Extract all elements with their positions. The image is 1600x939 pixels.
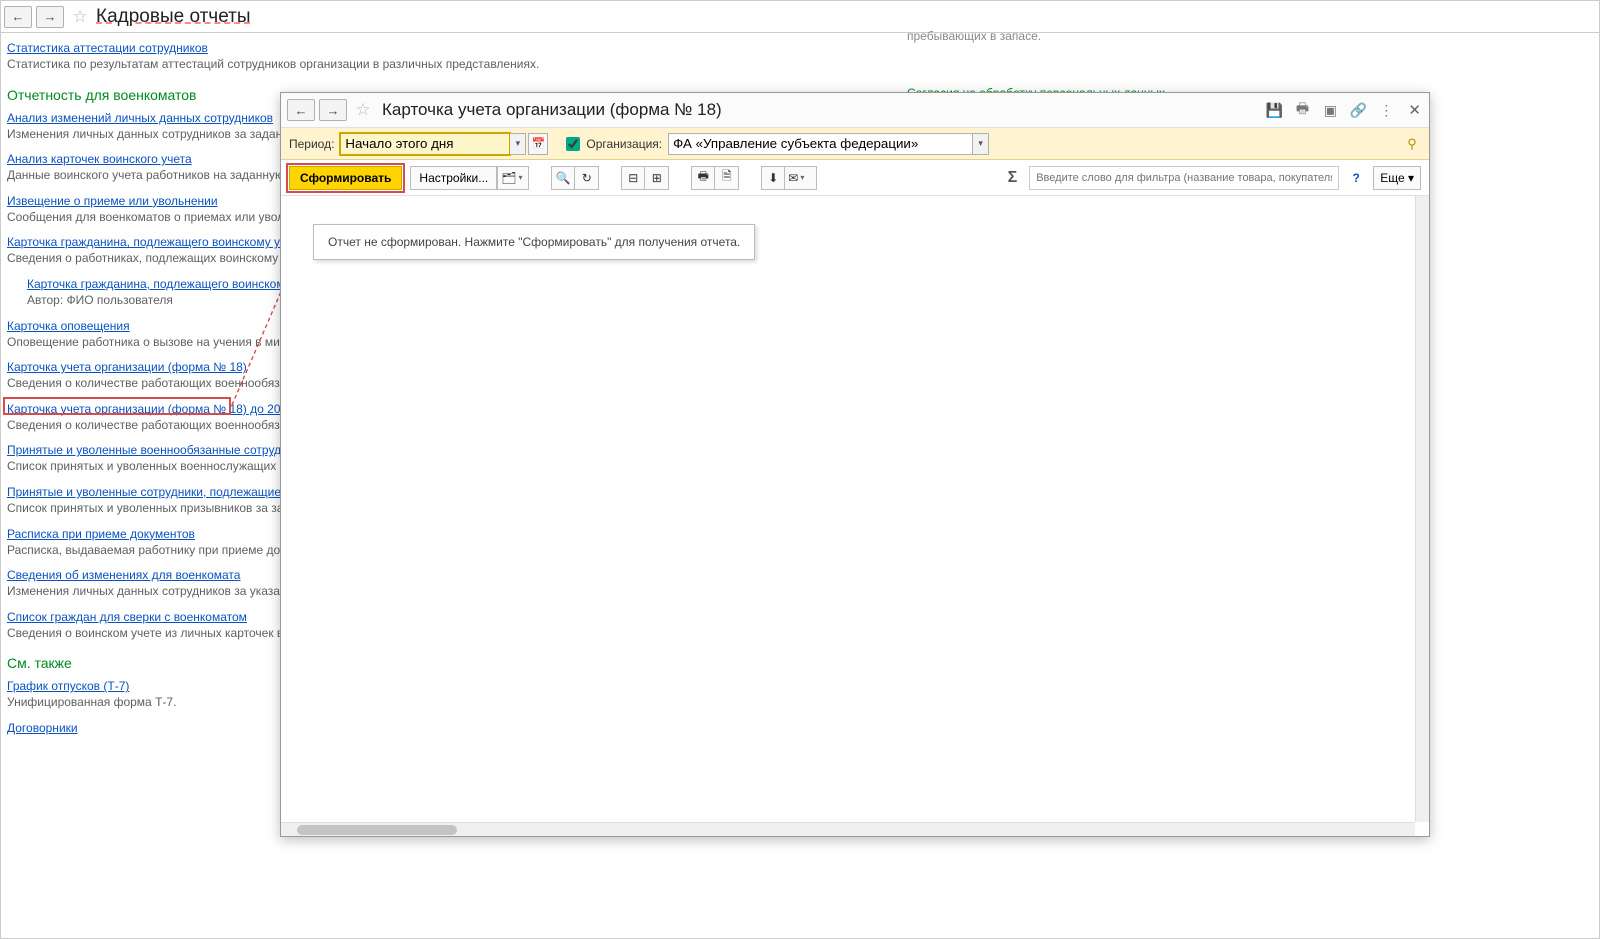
period-input[interactable] bbox=[340, 133, 510, 155]
forward-button[interactable]: → bbox=[319, 99, 347, 121]
help-icon[interactable]: ? bbox=[1347, 166, 1365, 190]
collapse-icon[interactable]: ⊞ bbox=[645, 166, 669, 190]
bg-header: ← → ☆ Кадровые отчеты bbox=[1, 1, 1599, 33]
dropdown-icon[interactable]: ▾ bbox=[973, 133, 989, 155]
filter-text-input[interactable] bbox=[1029, 166, 1339, 190]
generate-button[interactable]: Сформировать bbox=[289, 166, 402, 190]
print-preview-icon[interactable]: 🗎 bbox=[715, 166, 739, 190]
info-message: Отчет не сформирован. Нажмите "Сформиров… bbox=[313, 224, 755, 260]
sigma-icon[interactable]: Σ bbox=[1004, 169, 1022, 187]
email-dropdown-icon[interactable]: ✉ bbox=[785, 166, 817, 190]
save-icon[interactable]: 💾 bbox=[1264, 100, 1284, 120]
report-link[interactable]: Анализ изменений личных данных сотрудник… bbox=[7, 111, 273, 125]
report-desc: Статистика по результатам аттестаций сот… bbox=[7, 57, 1593, 73]
new-window-icon[interactable]: ▣ bbox=[1320, 100, 1340, 120]
print-icon[interactable]: 🖶 bbox=[1292, 100, 1312, 120]
period-label: Период: bbox=[289, 137, 334, 151]
refresh-icon[interactable]: ↻ bbox=[575, 166, 599, 190]
report-link[interactable]: Карточка оповещения bbox=[7, 319, 130, 333]
settings-button[interactable]: Настройки... bbox=[410, 166, 497, 190]
report-link[interactable]: Извещение о приеме или увольнении bbox=[7, 194, 218, 208]
kebab-icon[interactable]: ⋮ bbox=[1376, 100, 1396, 120]
calendar-icon[interactable]: 📅 bbox=[528, 133, 548, 155]
star-icon[interactable]: ☆ bbox=[71, 8, 89, 26]
link-icon[interactable]: 🔗 bbox=[1348, 100, 1368, 120]
window-title: Карточка учета организации (форма № 18) bbox=[382, 100, 1256, 120]
report-link[interactable]: Сведения об изменениях для военкомата bbox=[7, 568, 240, 582]
org-checkbox[interactable] bbox=[566, 137, 580, 151]
close-button[interactable]: ✕ bbox=[1408, 101, 1421, 119]
more-button[interactable]: Еще ▾ bbox=[1373, 166, 1421, 190]
filter-icon[interactable]: ⚲ bbox=[1403, 135, 1421, 153]
report-link[interactable]: Анализ карточек воинского учета bbox=[7, 152, 192, 166]
report-link-highlighted[interactable]: Карточка учета организации (форма № 18) bbox=[7, 360, 247, 374]
toolbar: Сформировать Настройки... 🗂 🔍 ↻ ⊟ ⊞ 🖶 🗎 … bbox=[281, 160, 1429, 196]
window-header: ← → ☆ Карточка учета организации (форма … bbox=[281, 93, 1429, 128]
forward-button[interactable]: → bbox=[36, 6, 64, 28]
dropdown-icon[interactable]: ▾ bbox=[510, 133, 526, 155]
cutoff-text: пребывающих в запасе. bbox=[907, 29, 1041, 43]
report-area: Отчет не сформирован. Нажмите "Сформиров… bbox=[281, 196, 1429, 836]
report-link[interactable]: Статистика аттестации сотрудников bbox=[7, 41, 208, 55]
org-input[interactable] bbox=[668, 133, 973, 155]
report-link[interactable]: График отпусков (Т-7) bbox=[7, 679, 129, 693]
print-icon[interactable]: 🖶 bbox=[691, 166, 715, 190]
scrollbar-horizontal[interactable] bbox=[281, 822, 1415, 836]
save-icon[interactable]: ⬇ bbox=[761, 166, 785, 190]
back-button[interactable]: ← bbox=[287, 99, 315, 121]
report-link[interactable]: Принятые и уволенные военнообязанные сот… bbox=[7, 443, 306, 457]
report-link[interactable]: Список граждан для сверки с военкоматом bbox=[7, 610, 247, 624]
search-icon[interactable]: 🔍 bbox=[551, 166, 575, 190]
report-link[interactable]: Договорники bbox=[7, 721, 78, 735]
filter-row: Период: ▾ 📅 Организация: ▾ ⚲ bbox=[281, 128, 1429, 160]
star-icon[interactable]: ☆ bbox=[354, 101, 372, 119]
report-link[interactable]: Карточка учета организации (форма № 18) … bbox=[7, 402, 321, 416]
org-label: Организация: bbox=[586, 137, 662, 151]
report-window: ← → ☆ Карточка учета организации (форма … bbox=[280, 92, 1430, 837]
page-title: Кадровые отчеты bbox=[96, 6, 251, 28]
back-button[interactable]: ← bbox=[4, 6, 32, 28]
variants-dropdown-icon[interactable]: 🗂 bbox=[497, 166, 529, 190]
scrollbar-vertical[interactable] bbox=[1415, 196, 1429, 822]
expand-icon[interactable]: ⊟ bbox=[621, 166, 645, 190]
report-link[interactable]: Расписка при приеме документов bbox=[7, 527, 195, 541]
